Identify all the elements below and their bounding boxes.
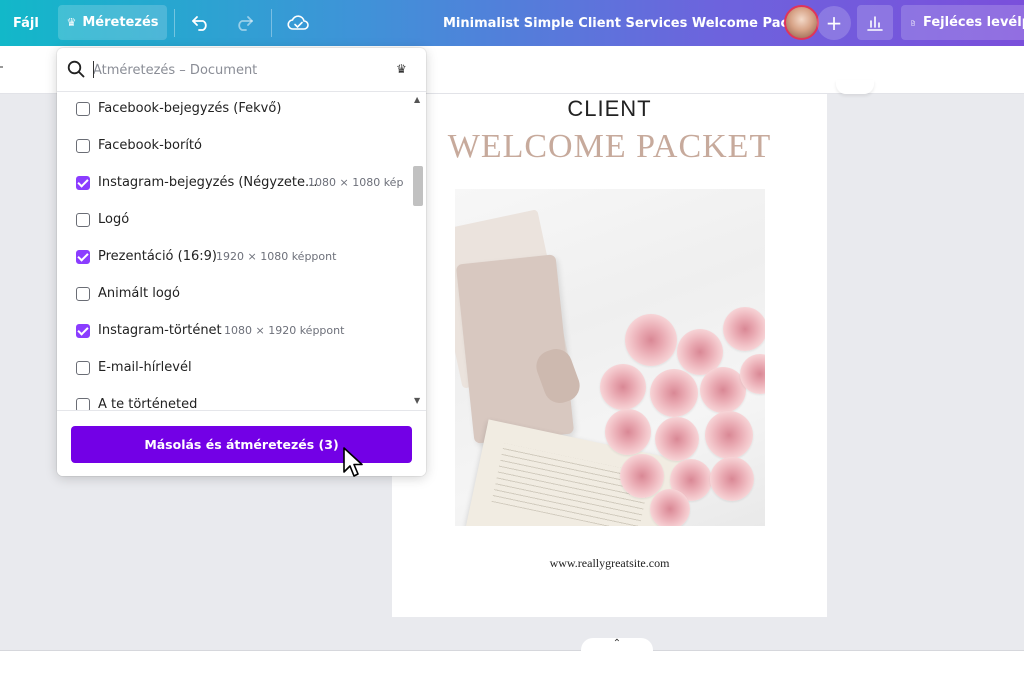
crown-icon: ♛	[66, 16, 77, 29]
option-label: Logó	[98, 212, 130, 227]
roses-notebook-photo[interactable]	[455, 189, 765, 526]
scroll-down-arrow-icon[interactable]: ▼	[414, 396, 420, 405]
mouse-cursor-icon	[343, 447, 363, 477]
photo-rose	[650, 489, 690, 526]
avatar[interactable]	[784, 5, 819, 40]
list-scrollbar[interactable]: ▲ ▼	[411, 92, 426, 410]
client-heading[interactable]: CLIENT	[392, 96, 827, 122]
stats-icon[interactable]	[857, 5, 893, 40]
option-label: Instagram-történet	[98, 323, 222, 338]
photo-rose	[625, 314, 677, 366]
resize-option-instagram-post[interactable]: Instagram-bejegyzés (Négyzete... 1080 × …	[57, 164, 413, 201]
cloud-save-icon[interactable]	[283, 8, 313, 38]
resize-option-your-story[interactable]: A te történeted	[57, 386, 413, 410]
resize-option-facebook-cover[interactable]: Facebook-borító	[57, 127, 413, 164]
option-label: Facebook-borító	[98, 138, 202, 153]
toolbar-divider	[174, 9, 175, 37]
scroll-thumb[interactable]	[413, 166, 423, 206]
option-dimensions: 1080 × 1920 képpont	[224, 324, 345, 337]
checkbox-checked[interactable]	[76, 249, 90, 264]
photo-rose	[655, 417, 699, 461]
text-caret	[93, 61, 94, 78]
chevron-up-icon: ⌃	[612, 638, 622, 649]
document-icon	[911, 20, 915, 25]
resize-options-list: Facebook-bejegyzés (Fekvő) Facebook-borí…	[57, 92, 413, 410]
resize-option-animated-logo[interactable]: Animált logó	[57, 275, 413, 312]
canvas-bottom-strip	[0, 633, 1024, 651]
crown-icon: ♛	[396, 62, 407, 76]
undo-icon[interactable]	[186, 8, 216, 38]
option-dimensions: 1920 × 1080 képpont	[216, 250, 337, 263]
resize-option-facebook-post[interactable]: Facebook-bejegyzés (Fekvő)	[57, 92, 413, 127]
resize-button[interactable]: ♛ Méretezés	[58, 5, 167, 40]
option-label: Animált logó	[98, 286, 180, 301]
photo-rose	[605, 409, 651, 455]
photo-rose	[723, 307, 765, 351]
top-toolbar: Fájl ♛ Méretezés Minimalist Simple Clien…	[0, 0, 1024, 46]
footer-bar	[0, 651, 1024, 683]
share-plus-icon[interactable]: +	[817, 6, 851, 40]
checkbox[interactable]	[76, 212, 90, 227]
redo-icon[interactable]	[229, 8, 259, 38]
checkbox-checked[interactable]	[76, 175, 90, 190]
toolbar-edge-mark	[0, 66, 3, 68]
resize-option-email-newsletter[interactable]: E-mail-hírlevél	[57, 349, 413, 386]
resize-option-logo[interactable]: Logó	[57, 201, 413, 238]
search-icon	[67, 60, 85, 78]
option-label: A te történeted	[98, 397, 198, 410]
checkbox[interactable]	[76, 101, 90, 116]
checkbox[interactable]	[76, 397, 90, 410]
option-label: Prezentáció (16:9)	[98, 249, 217, 264]
photo-rose	[705, 411, 753, 459]
resize-option-presentation[interactable]: Prezentáció (16:9) 1920 × 1080 képpont	[57, 238, 413, 275]
welcome-packet-heading[interactable]: WELCOME PACKET	[392, 128, 827, 166]
photo-rose	[600, 364, 646, 410]
option-dimensions: 1080 × 1080 kép	[308, 176, 404, 189]
checkbox[interactable]	[76, 286, 90, 301]
resize-search-bar: ♛	[57, 48, 426, 92]
resize-footer: Másolás és átméretezés (3)	[57, 410, 426, 476]
option-label: Instagram-bejegyzés (Négyzete...	[98, 175, 318, 190]
resize-label: Méretezés	[82, 15, 159, 30]
collapse-notes-tab[interactable]: ⌃	[581, 638, 653, 652]
resize-dropdown: ♛ Facebook-bejegyzés (Fekvő) Facebook-bo…	[57, 48, 426, 476]
file-menu[interactable]: Fájl	[13, 0, 39, 46]
checkbox[interactable]	[76, 138, 90, 153]
checkbox-checked[interactable]	[76, 323, 90, 338]
photo-rose	[650, 369, 698, 417]
scroll-up-arrow-icon[interactable]: ▲	[414, 95, 420, 104]
option-label: E-mail-hírlevél	[98, 360, 192, 375]
design-page[interactable]: CLIENT WELCOME PACKET www.reallygreatsit…	[392, 94, 827, 617]
template-label: Fejléces levélp	[922, 15, 1024, 30]
toolbar-divider	[271, 9, 272, 37]
option-label: Facebook-bejegyzés (Fekvő)	[98, 101, 282, 116]
photo-rose	[620, 454, 664, 498]
template-button[interactable]: Fejléces levélp	[901, 5, 1024, 40]
photo-rose	[710, 457, 754, 501]
checkbox[interactable]	[76, 360, 90, 375]
document-title[interactable]: Minimalist Simple Client Services Welcom…	[443, 0, 812, 46]
resize-search-input[interactable]	[93, 58, 383, 82]
resize-option-instagram-story[interactable]: Instagram-történet 1080 × 1920 képpont	[57, 312, 413, 349]
website-url[interactable]: www.reallygreatsite.com	[392, 556, 827, 571]
page-tools-pill[interactable]	[836, 80, 874, 94]
